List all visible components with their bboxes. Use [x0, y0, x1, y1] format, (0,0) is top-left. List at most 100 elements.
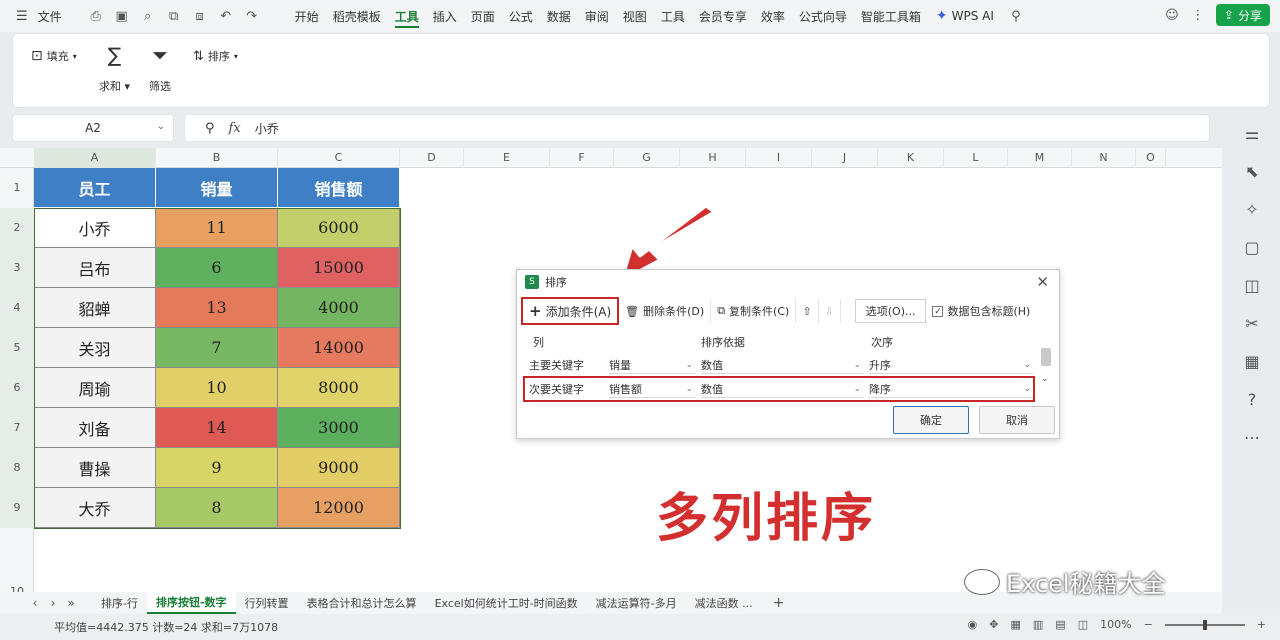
- redo-icon[interactable]: ↷: [244, 8, 260, 24]
- tab-1[interactable]: 稻壳模板: [326, 0, 388, 32]
- chevron-down-icon[interactable]: ⌄: [157, 121, 165, 132]
- employee-cell[interactable]: 吕布: [34, 248, 156, 288]
- column-header-l[interactable]: L: [944, 148, 1008, 168]
- copy-condition-button[interactable]: ⧉ 复制条件(C): [711, 299, 797, 323]
- secondary-basis-select[interactable]: 数值 ⌄: [701, 380, 863, 398]
- undo-icon[interactable]: ↶: [218, 8, 234, 24]
- zoom-knob[interactable]: [1202, 619, 1207, 630]
- row-header-5[interactable]: 5: [0, 328, 34, 368]
- primary-order-select[interactable]: 升序 ⌄: [869, 356, 1033, 374]
- cursor-icon[interactable]: ⬉: [1241, 160, 1263, 182]
- zoom-level[interactable]: 100%: [1100, 618, 1131, 631]
- eye-icon[interactable]: ◉: [968, 618, 978, 631]
- formula-input[interactable]: ⚲ fx 小乔: [184, 114, 1210, 142]
- tab-9[interactable]: 工具: [654, 0, 692, 32]
- more-icon[interactable]: ⋮: [1190, 7, 1206, 23]
- row-header-3[interactable]: 3: [0, 248, 34, 288]
- sales-qty-cell[interactable]: 7: [156, 328, 278, 368]
- tab-10[interactable]: 会员专享: [692, 0, 754, 32]
- chart-icon[interactable]: ◫: [1241, 274, 1263, 296]
- sliders-icon[interactable]: ⚌: [1241, 122, 1263, 144]
- employee-cell[interactable]: 刘备: [34, 408, 156, 448]
- column-header-j[interactable]: J: [812, 148, 878, 168]
- column-header-b[interactable]: B: [156, 148, 278, 168]
- sales-qty-cell[interactable]: 14: [156, 408, 278, 448]
- sort-row-secondary[interactable]: 次要关键字 销售额 ⌄ 数值 ⌄ 降序 ⌄: [523, 376, 1035, 402]
- header-cell[interactable]: 员工: [34, 168, 156, 208]
- scroll-down-icon[interactable]: ⌄: [1041, 374, 1049, 384]
- column-header-i[interactable]: I: [746, 148, 812, 168]
- sales-amount-cell[interactable]: 12000: [278, 488, 400, 528]
- employee-cell[interactable]: 大乔: [34, 488, 156, 528]
- fx-icon[interactable]: fx: [229, 121, 241, 136]
- row-header-10[interactable]: 10: [0, 572, 34, 592]
- column-header-h[interactable]: H: [680, 148, 746, 168]
- wps-ai-button[interactable]: ✦ WPS AI: [928, 8, 1002, 24]
- sort-row-primary[interactable]: 主要关键字 销量 ⌄ 数值 ⌄ 升序 ⌄: [523, 354, 1035, 376]
- sales-amount-cell[interactable]: 4000: [278, 288, 400, 328]
- column-header-o[interactable]: O: [1136, 148, 1166, 168]
- export-icon[interactable]: ⧈: [192, 8, 208, 24]
- cancel-button[interactable]: 取消: [979, 406, 1055, 434]
- delete-condition-button[interactable]: 🗑 删除条件(D): [619, 299, 712, 323]
- close-icon[interactable]: ✕: [1036, 273, 1049, 291]
- sales-amount-cell[interactable]: 9000: [278, 448, 400, 488]
- tab-0[interactable]: 开始: [288, 0, 326, 32]
- dialog-scrollbar[interactable]: ⌄: [1039, 346, 1053, 390]
- search-icon[interactable]: ⚲: [1008, 8, 1024, 24]
- move-down-button[interactable]: ⇩: [819, 299, 841, 323]
- column-header-f[interactable]: F: [550, 148, 614, 168]
- preview-icon[interactable]: ⧉: [166, 8, 182, 24]
- employee-cell[interactable]: 貂蝉: [34, 288, 156, 328]
- column-header-d[interactable]: D: [400, 148, 464, 168]
- layout-icon[interactable]: ▦: [1241, 350, 1263, 372]
- zoom-out-icon[interactable]: −: [1144, 618, 1153, 631]
- last-sheet-icon[interactable]: »: [62, 596, 80, 610]
- ok-button[interactable]: 确定: [893, 406, 969, 434]
- row-header-6[interactable]: 6: [0, 368, 34, 408]
- share-button[interactable]: ⇪ 分享: [1215, 4, 1270, 26]
- employee-cell[interactable]: 小乔: [34, 208, 156, 248]
- format-painter-icon[interactable]: ⎙: [88, 8, 104, 24]
- sheet-tab-6[interactable]: 减法函数 ...: [686, 592, 762, 614]
- tab-7[interactable]: 审阅: [578, 0, 616, 32]
- prev-sheet-icon[interactable]: ›: [44, 596, 62, 610]
- page-icon[interactable]: ▢: [1241, 236, 1263, 258]
- read-view-icon[interactable]: ◫: [1078, 618, 1088, 631]
- save-icon[interactable]: ▣: [114, 8, 130, 24]
- tab-3[interactable]: 插入: [426, 0, 464, 32]
- sales-amount-cell[interactable]: 14000: [278, 328, 400, 368]
- sort-button[interactable]: ⇅ 排序 ▾: [193, 48, 238, 64]
- column-header-n[interactable]: N: [1072, 148, 1136, 168]
- secondary-column-select[interactable]: 销售额 ⌄: [609, 380, 695, 398]
- secondary-order-select[interactable]: 降序 ⌄: [869, 380, 1033, 398]
- tab-13[interactable]: 智能工具箱: [854, 0, 928, 32]
- zoom-in-icon[interactable]: +: [1257, 618, 1266, 631]
- header-cell[interactable]: 销售额: [278, 168, 400, 208]
- column-header-g[interactable]: G: [614, 148, 680, 168]
- options-button[interactable]: 选项(O)...: [854, 299, 927, 323]
- sales-qty-cell[interactable]: 13: [156, 288, 278, 328]
- employee-cell[interactable]: 曹操: [34, 448, 156, 488]
- sheet-tab-0[interactable]: 排序-行: [92, 592, 147, 614]
- feedback-icon[interactable]: ☺: [1164, 7, 1180, 23]
- first-sheet-icon[interactable]: ‹: [26, 596, 44, 610]
- tab-8[interactable]: 视图: [616, 0, 654, 32]
- tab-6[interactable]: 数据: [540, 0, 578, 32]
- sales-qty-cell[interactable]: 8: [156, 488, 278, 528]
- sales-amount-cell[interactable]: 6000: [278, 208, 400, 248]
- has-header-checkbox[interactable]: ✓ 数据包含标题(H): [926, 299, 1036, 323]
- add-sheet-icon[interactable]: +: [770, 595, 788, 611]
- page-view-icon[interactable]: ▥: [1033, 618, 1043, 631]
- column-header-m[interactable]: M: [1008, 148, 1072, 168]
- sales-amount-cell[interactable]: 15000: [278, 248, 400, 288]
- sales-qty-cell[interactable]: 11: [156, 208, 278, 248]
- name-box[interactable]: A2 ⌄: [12, 114, 174, 142]
- employee-cell[interactable]: 关羽: [34, 328, 156, 368]
- file-menu[interactable]: 文件: [38, 8, 62, 25]
- header-cell[interactable]: 销量: [156, 168, 278, 208]
- zoom-icon[interactable]: ⚲: [205, 121, 215, 136]
- column-header-c[interactable]: C: [278, 148, 400, 168]
- break-view-icon[interactable]: ▤: [1055, 618, 1065, 631]
- sheet-tab-2[interactable]: 行列转置: [236, 592, 298, 614]
